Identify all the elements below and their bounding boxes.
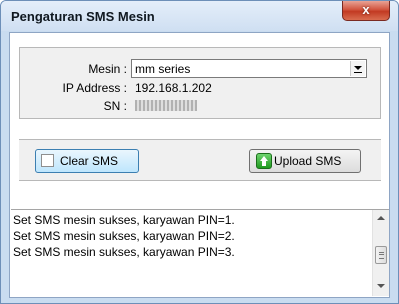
dialog-body: Mesin : mm series IP Address : 192.168.1… — [9, 32, 390, 298]
device-info-panel: Mesin : mm series IP Address : 192.168.1… — [19, 47, 381, 119]
ip-address-label: IP Address : — [62, 81, 127, 95]
checkbox-icon — [41, 154, 54, 167]
sn-label: SN : — [103, 99, 127, 113]
log-line: Set SMS mesin sukses, karyawan PIN=3. — [13, 245, 235, 259]
log-output[interactable]: Set SMS mesin sukses, karyawan PIN=1. Se… — [11, 209, 389, 297]
upload-sms-label: Upload SMS — [274, 154, 342, 168]
window-title: Pengaturan SMS Mesin — [11, 9, 155, 24]
close-button[interactable]: x — [342, 1, 390, 21]
close-icon: x — [362, 2, 370, 17]
mesin-select-value: mm series — [135, 62, 191, 76]
chevron-down-icon[interactable] — [350, 61, 365, 76]
log-line: Set SMS mesin sukses, karyawan PIN=2. — [13, 229, 235, 243]
scroll-thumb[interactable] — [375, 246, 387, 264]
title-bar[interactable]: Pengaturan SMS Mesin x — [1, 1, 398, 31]
dialog-window: Pengaturan SMS Mesin x Mesin : mm series… — [0, 0, 399, 304]
scroll-up-icon[interactable] — [377, 216, 385, 222]
clear-sms-button[interactable]: Clear SMS — [35, 149, 139, 173]
log-line: Set SMS mesin sukses, karyawan PIN=1. — [13, 213, 235, 227]
upload-sms-button[interactable]: Upload SMS — [249, 149, 361, 173]
mesin-label: Mesin : — [88, 62, 127, 76]
log-scrollbar[interactable] — [372, 210, 389, 296]
sn-value-redacted — [135, 100, 197, 111]
upload-icon — [256, 153, 272, 169]
scroll-down-icon[interactable] — [377, 284, 385, 290]
ip-address-value: 192.168.1.202 — [135, 81, 212, 95]
clear-sms-label: Clear SMS — [60, 154, 119, 168]
action-bar: Clear SMS Upload SMS — [19, 139, 381, 181]
mesin-select[interactable]: mm series — [131, 59, 367, 78]
